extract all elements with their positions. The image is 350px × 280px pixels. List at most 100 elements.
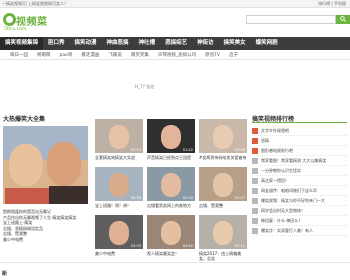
logo-mark	[3, 13, 16, 26]
ranking-title[interactable]: 爆笑视频：搞笑与你不好你亲门一大	[261, 198, 325, 204]
search-button[interactable]	[336, 15, 350, 24]
nav-item[interactable]: 恶搞综艺	[160, 37, 192, 50]
video-title[interactable]: #女两到亲妈给发关爱被亲	[199, 155, 247, 165]
ranking-title[interactable]: 常家看图！常家看搞测 大大以美搞笑	[261, 158, 326, 164]
ranking-title[interactable]: 网学会出时无大型物体！	[261, 208, 305, 214]
ranking-title[interactable]: 高达家一得回！	[261, 178, 289, 184]
nav-item[interactable]: 搞笑动漫	[70, 37, 102, 50]
video-title[interactable]: 搞笑2017：由上搞偏美女，总笑	[199, 251, 247, 261]
video-thumbnail[interactable]: 01:27	[199, 167, 247, 201]
subnav-item[interactable]: 飞碟说	[108, 51, 122, 59]
video-card[interactable]: 00:58 宝上班路！闹！胡！	[95, 167, 143, 213]
subnav-item[interactable]: 每日一囧	[10, 51, 28, 59]
video-card[interactable]: 04:02 视人搞笑最笑会！	[147, 215, 195, 261]
ranking-item[interactable]: 网学会出时无大型物体！	[252, 206, 347, 216]
nav-item[interactable]: 搞笑美女	[219, 37, 251, 50]
ranking-item[interactable]: 网友留传：咱咱叫她们下这么早	[252, 186, 347, 196]
featured-video-thumbnail[interactable]	[3, 126, 88, 204]
video-card[interactable]: 03:33 美少中电费	[95, 215, 143, 261]
ranking-item[interactable]: 图形感电视前行吧	[252, 146, 347, 156]
video-title[interactable]: 吉镜、暨我整	[199, 203, 247, 213]
video-duration: 02:11	[234, 244, 245, 248]
video-duration: 01:42	[182, 148, 193, 152]
nav-item[interactable]: 神吐槽	[134, 37, 161, 50]
video-card[interactable]: 03:08 #女两到亲妈给发关爱被亲	[199, 119, 247, 165]
video-thumbnail[interactable]: 02:40	[147, 167, 195, 201]
subnav-item[interactable]: 声琴视频_恶搞公司	[158, 51, 196, 59]
nav-item[interactable]: 搞笑视频集锦	[0, 37, 44, 50]
video-title[interactable]: 美少中电费	[95, 251, 143, 261]
rank-badge	[252, 217, 258, 224]
ranking-item[interactable]: 高达家一得回！	[252, 176, 347, 186]
video-thumbnail[interactable]: 02:15	[95, 119, 143, 153]
featured-link[interactable]: 美少中电费	[3, 237, 88, 243]
video-title[interactable]: 全套搞笑肉搞笑大实战	[95, 155, 143, 165]
nav-item[interactable]: 神曲恶搞	[102, 37, 134, 50]
video-title[interactable]: 吉镜看男女网上的各地方	[147, 203, 195, 213]
subnav-item[interactable]: 萌笑笑集	[131, 51, 149, 59]
ranking-item[interactable]: 神回复：什么·神回么！	[252, 216, 347, 226]
thumbnail-person	[109, 173, 129, 197]
thumbnail-person	[161, 125, 181, 149]
video-title[interactable]: 宝上班路！闹！胡！	[95, 203, 143, 213]
thumbnail-person	[9, 144, 43, 186]
site-logo[interactable]: 视频菜 5ttcv.com	[3, 11, 63, 33]
rank-badge	[252, 167, 258, 174]
video-title[interactable]: 视人搞笑最笑会！	[147, 251, 195, 261]
top-notice: 一搞笑视频](] 上搞笑视频网可笑人！	[2, 1, 68, 6]
ranking-title[interactable]: 神回复：什么·神回么！	[261, 218, 302, 224]
ranking-item[interactable]: 常家看图！常家看搞测 大大以美搞笑	[252, 156, 347, 166]
nav-item[interactable]: 爆笑网剧	[251, 37, 283, 50]
ranking-item[interactable]: 爆笑视频：搞笑与你不好你亲门一大	[252, 196, 347, 206]
ranking-title[interactable]: 文字许外秘银吧	[261, 128, 289, 134]
ranking-item[interactable]: 爆笑冷：实双客打人美！有人	[252, 226, 347, 236]
top-bar: 一搞笑视频](] 上搞笑视频网可笑人！ 排行榜 | 手机版	[0, 0, 350, 8]
search-input[interactable]	[246, 15, 336, 24]
video-duration: 02:40	[182, 196, 193, 200]
thumbnail-person	[213, 173, 233, 197]
video-thumbnail[interactable]: 02:11	[199, 215, 247, 249]
video-duration: 02:15	[130, 148, 141, 152]
ranking-title[interactable]: 网友留传：咱咱叫她们下这么早	[261, 188, 317, 194]
subnav-item[interactable]: 迈子	[229, 51, 238, 59]
ranking-item[interactable]: 文字许外秘银吧	[252, 126, 347, 136]
logo-brand: 视频菜	[16, 17, 48, 28]
top-links[interactable]: 排行榜 | 手机版	[318, 1, 346, 7]
video-card[interactable]: 01:42 声音搞笑已经到点王园是	[147, 119, 195, 165]
subnav-item[interactable]: pao哥	[60, 51, 73, 59]
video-thumbnail[interactable]: 01:42	[147, 119, 195, 153]
ranking-item[interactable]: 恶搞	[252, 136, 347, 146]
thumbnail-person	[161, 221, 181, 245]
video-card[interactable]: 02:11 搞笑2017：由上搞偏美女，总笑	[199, 215, 247, 261]
subnav-item[interactable]: 暴走漫画	[81, 51, 99, 59]
rank-badge	[252, 207, 258, 214]
rank-badge	[252, 227, 258, 234]
thumbnail-person	[213, 125, 233, 149]
search-icon	[340, 16, 346, 22]
ranking-item[interactable]: 一分钟教你认识生怪实	[252, 166, 347, 176]
video-card[interactable]: 02:40 吉镜看男女网上的各地方	[147, 167, 195, 213]
video-title[interactable]: 声音搞笑已经到点王园是	[147, 155, 195, 165]
ranking-title[interactable]: 一分钟教你认识生怪实	[261, 168, 301, 174]
thumbnail-person	[213, 221, 233, 245]
rank-badge	[252, 197, 258, 204]
video-thumbnail[interactable]: 00:58	[95, 167, 143, 201]
video-thumbnail[interactable]: 04:02	[147, 215, 195, 249]
nav-item[interactable]: 神街访	[192, 37, 219, 50]
video-thumbnail[interactable]: 03:08	[199, 119, 247, 153]
ranking-title[interactable]: 爆笑冷：实双客打人美！有人	[261, 228, 313, 234]
bottom-section-title: 新	[2, 271, 8, 277]
video-card[interactable]: 01:27 吉镜、暨我整	[199, 167, 247, 213]
rank-badge	[252, 137, 258, 144]
nav-item[interactable]: 胆口秀	[43, 37, 70, 50]
thumbnail-person	[109, 221, 129, 245]
ranking-title[interactable]: 恶搞	[261, 138, 269, 144]
rank-badge	[252, 177, 258, 184]
video-thumbnail[interactable]: 03:33	[95, 215, 143, 249]
subnav-item[interactable]: 原创TV	[205, 51, 220, 59]
ranking-title[interactable]: 图形感电视前行吧	[261, 148, 293, 154]
subnav-item[interactable]: 杨萌萌	[37, 51, 51, 59]
thumbnail-clothing	[49, 186, 88, 204]
video-card[interactable]: 02:15 全套搞笑肉搞笑大实战	[95, 119, 143, 165]
ad-placeholder[interactable]: H_T广告位	[135, 84, 154, 90]
